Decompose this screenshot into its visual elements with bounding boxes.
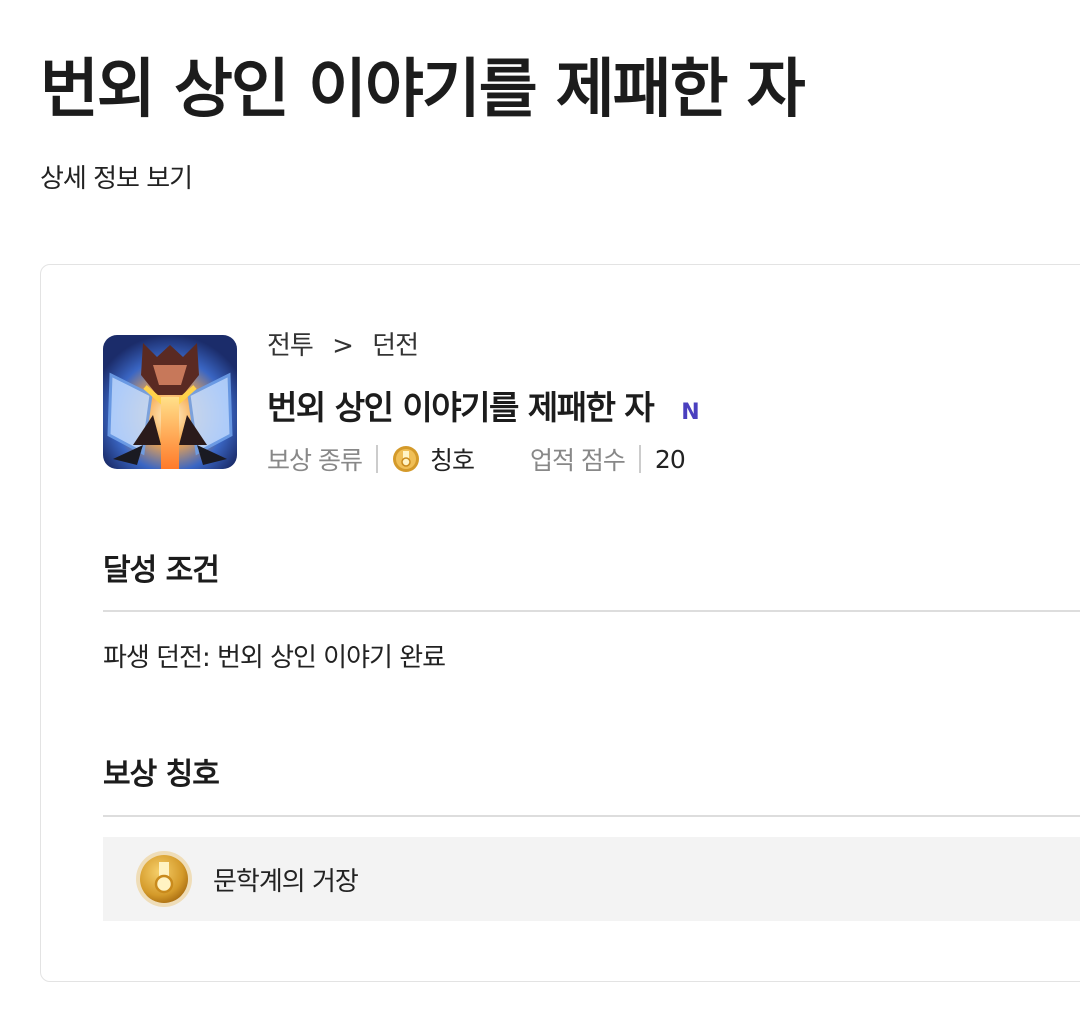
reward-type-value: 칭호 [429,446,475,475]
score-label: 업적 점수 [529,446,626,475]
achievement-meta: 보상 종류 칭호 업적 점수 20 [267,441,686,477]
conditions-section-title: 달성 조건 [103,553,220,588]
achievement-detail-page: 번외 상인 이야기를 제패한 자 상세 정보 보기 전투 > 던전 번외 상인 … [0,0,1080,1023]
section-divider [103,815,1080,817]
medal-icon [392,445,420,473]
gold-medal-icon [135,850,193,908]
score-value: 20 [654,444,686,474]
divider [638,445,641,473]
section-divider [103,610,1080,612]
breadcrumb-separator: > [332,331,354,361]
achievement-title: 번외 상인 이야기를 제패한 자 N [267,381,700,429]
reward-type-label: 보상 종류 [267,446,363,475]
view-details-link[interactable]: 상세 정보 보기 [40,158,193,195]
page-title: 번외 상인 이야기를 제패한 자 [40,53,806,127]
divider [375,445,378,473]
breadcrumb-category[interactable]: 전투 [267,331,314,361]
breadcrumb: 전투 > 던전 [267,325,419,362]
achievement-image [103,335,237,469]
new-badge: N [681,400,700,425]
achievement-title-text: 번외 상인 이야기를 제패한 자 [267,388,655,427]
achievement-card: 전투 > 던전 번외 상인 이야기를 제패한 자 N 보상 종류 칭호 업적 점… [40,264,1080,982]
reward-title-item: 문학계의 거장 [103,837,1080,921]
breadcrumb-subcategory[interactable]: 던전 [372,331,419,361]
condition-text: 파생 던전: 번외 상인 이야기 완료 [103,643,446,673]
reward-title-name: 문학계의 거장 [213,867,359,897]
reward-section-title: 보상 칭호 [103,757,220,792]
